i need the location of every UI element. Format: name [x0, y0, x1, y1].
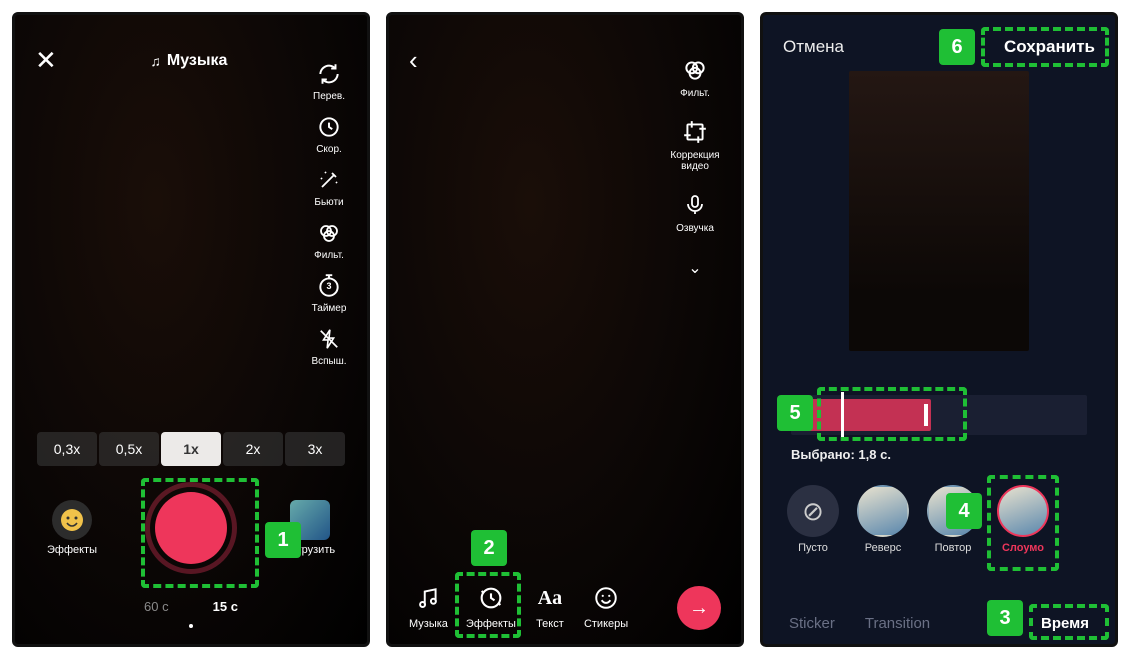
- video-preview[interactable]: [849, 71, 1029, 351]
- upload-button[interactable]: Загрузить: [277, 500, 343, 556]
- slowmo-thumb: [997, 485, 1049, 537]
- filter-icon: [314, 218, 344, 248]
- effect-slowmo[interactable]: Слоумо: [997, 485, 1049, 554]
- edit-effects-button[interactable]: Эффекты: [466, 582, 516, 630]
- speed-1x[interactable]: 1x: [161, 432, 221, 466]
- voiceover-button[interactable]: Озвучка: [659, 190, 731, 234]
- record-button-inner: [155, 492, 227, 564]
- speed-0-5x[interactable]: 0,5x: [99, 432, 159, 466]
- microphone-icon: [680, 190, 710, 220]
- speed-0-3x[interactable]: 0,3x: [37, 432, 97, 466]
- crop-icon: [680, 117, 710, 147]
- next-button[interactable]: →: [677, 586, 721, 630]
- duration-indicator-dot: [189, 624, 193, 628]
- flash-off-icon: [314, 324, 344, 354]
- video-correction-button[interactable]: Коррекция видео: [659, 117, 731, 172]
- tab-sticker[interactable]: Sticker: [789, 615, 835, 632]
- repeat-thumb: [927, 485, 979, 537]
- effect-reverse[interactable]: Реверс: [857, 485, 909, 554]
- expand-tools-button[interactable]: ⌄: [688, 258, 701, 278]
- effect-none[interactable]: ⊘ Пусто: [787, 485, 839, 554]
- timeline-track[interactable]: [791, 395, 1087, 435]
- flip-camera-button[interactable]: Перев.: [301, 59, 357, 102]
- selection-duration-label: Выбрано: 1,8 с.: [791, 447, 1087, 462]
- close-button[interactable]: ✕: [35, 45, 57, 76]
- speed-button[interactable]: Скор.: [301, 112, 357, 155]
- edit-stickers-button[interactable]: Стикеры: [584, 582, 628, 630]
- smiley-icon: [52, 500, 92, 540]
- duration-selector: 60 с 15 с: [15, 599, 367, 614]
- reverse-thumb: [857, 485, 909, 537]
- edit-text-button[interactable]: Aa Текст: [534, 582, 566, 630]
- timeline-playhead[interactable]: [841, 392, 844, 438]
- filter-icon: [680, 55, 710, 85]
- filter-button[interactable]: Фильт.: [659, 55, 731, 99]
- text-icon: Aa: [534, 582, 566, 614]
- arrow-right-icon: →: [689, 597, 709, 620]
- duration-60s[interactable]: 60 с: [144, 599, 169, 614]
- edit-bottom-toolbar: Музыка Эффекты Aa Текст Стикеры →: [389, 582, 741, 630]
- filter-button[interactable]: Фильт.: [301, 218, 357, 261]
- clock-cycle-icon: [475, 582, 507, 614]
- music-note-icon: ♫: [150, 53, 161, 69]
- effect-repeat[interactable]: Повтор: [927, 485, 979, 554]
- speed-icon: [314, 112, 344, 142]
- sticker-smiley-icon: [590, 582, 622, 614]
- tab-time[interactable]: Время: [1041, 615, 1089, 632]
- add-sound-button[interactable]: ♫ Музыка: [150, 52, 227, 70]
- effect-category-tabs: Sticker Transition Время: [763, 615, 1115, 632]
- beauty-button[interactable]: Бьюти: [301, 165, 357, 208]
- duration-15s[interactable]: 15 с: [213, 599, 238, 614]
- upload-thumbnail: [290, 500, 330, 540]
- record-button[interactable]: [145, 482, 237, 574]
- tab-transition[interactable]: Transition: [865, 615, 930, 632]
- timer-button[interactable]: 3 Таймер: [301, 271, 357, 314]
- magic-wand-icon: [314, 165, 344, 195]
- cancel-button[interactable]: Отмена: [783, 37, 844, 57]
- annotation-number-2: 2: [471, 530, 507, 566]
- edit-side-toolbar: Фильт. Коррекция видео Озвучка ⌄: [659, 55, 731, 278]
- effects-button[interactable]: Эффекты: [39, 500, 105, 556]
- speed-2x[interactable]: 2x: [223, 432, 283, 466]
- save-button[interactable]: Сохранить: [1004, 37, 1095, 57]
- record-side-toolbar: Перев. Скор. Бьюти Фильт. 3 Таймер: [301, 59, 357, 367]
- add-sound-label: Музыка: [167, 52, 228, 70]
- none-icon: ⊘: [787, 485, 839, 537]
- speed-selector: 0,3x 0,5x 1x 2x 3x: [15, 432, 367, 466]
- timer-icon: 3: [314, 271, 344, 301]
- edit-music-button[interactable]: Музыка: [409, 582, 448, 630]
- phone-record-screen: ✕ ♫ Музыка Перев. Скор. Бьюти: [12, 12, 370, 647]
- flash-button[interactable]: Вспыш.: [301, 324, 357, 367]
- timeline-selection[interactable]: [797, 399, 931, 431]
- time-effects-row: ⊘ Пусто Реверс Повтор Слоумо: [763, 485, 1115, 554]
- phone-edit-screen: ‹ Фильт. Коррекция видео Озвучка ⌄: [386, 12, 744, 647]
- back-button[interactable]: ‹: [409, 45, 418, 76]
- phone-effects-screen: Отмена Сохранить Выбрано: 1,8 с. ⊘ Пусто…: [760, 12, 1118, 647]
- selection-handle-right[interactable]: [924, 404, 928, 426]
- selection-handle-left[interactable]: [800, 404, 804, 426]
- music-note-icon: [412, 582, 444, 614]
- flip-icon: [314, 59, 344, 89]
- speed-3x[interactable]: 3x: [285, 432, 345, 466]
